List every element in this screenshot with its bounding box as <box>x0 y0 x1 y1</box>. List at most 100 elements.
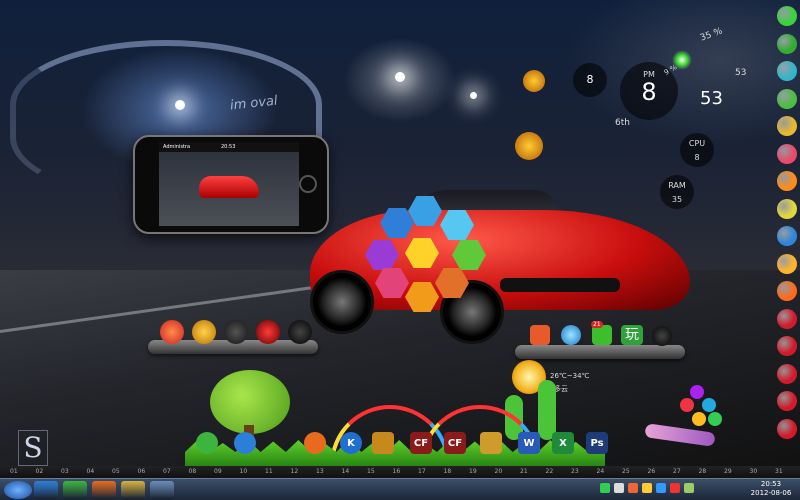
clock-date: 2012-08-06 <box>750 489 792 497</box>
tray-app-icon[interactable] <box>628 483 638 493</box>
ruler-mark: 25 <box>622 468 630 475</box>
video-app-icon[interactable] <box>777 61 797 81</box>
street-light <box>175 100 185 110</box>
ram-meter: RAM 35 <box>660 175 694 209</box>
ruler-mark: 30 <box>749 468 758 475</box>
phone-status-bar: Administra 20:53 <box>159 142 299 152</box>
network-icon[interactable] <box>600 483 610 493</box>
clock-time: 20:53 <box>760 480 782 488</box>
clock-percent-top: 35 % <box>698 26 724 44</box>
green-bush <box>538 380 556 440</box>
internet-explorer-icon[interactable] <box>234 432 256 454</box>
ruler-mark: 22 <box>545 468 554 475</box>
shield-icon[interactable] <box>777 198 797 219</box>
ruler-mark: 03 <box>61 468 69 475</box>
tiles-app-icon[interactable] <box>777 116 797 136</box>
ruler-mark: 17 <box>418 468 426 475</box>
yellow-ball <box>692 412 706 426</box>
flower-app-icon[interactable] <box>777 143 797 164</box>
start-button[interactable] <box>4 481 32 499</box>
msn-icon[interactable] <box>530 325 550 345</box>
ruler-mark: 31 <box>775 468 783 475</box>
ruler-mark: 06 <box>137 468 146 475</box>
ruler-mark: 28 <box>698 468 707 475</box>
ruler-mark: 08 <box>188 468 197 475</box>
black-face-icon[interactable] <box>652 326 672 346</box>
360-taskbar-icon[interactable] <box>63 481 87 499</box>
ruler-mark: 26 <box>647 468 656 475</box>
ruler-mark: 01 <box>10 468 18 475</box>
ball-2[interactable] <box>777 336 797 356</box>
game-box-icon[interactable] <box>372 432 394 454</box>
ruler-mark: 19 <box>469 468 477 475</box>
clock-hour: 8 <box>641 78 657 106</box>
orange-app-icon[interactable] <box>777 171 797 191</box>
clock-minute: 53 <box>700 88 723 109</box>
ruler-mark: 21 <box>520 468 528 475</box>
ruler-mark: 12 <box>290 468 299 475</box>
yellow-face-icon[interactable] <box>192 320 216 344</box>
s-logo: S <box>18 430 48 466</box>
tray-app-icon[interactable] <box>656 483 666 493</box>
wan-game-icon[interactable]: 玩 <box>621 325 643 345</box>
green-ball <box>708 412 722 426</box>
green-arrow-icon[interactable] <box>592 325 612 345</box>
system-tray <box>600 483 740 497</box>
ie-taskbar-icon[interactable] <box>34 481 58 499</box>
crossfire-icon-2[interactable]: CF <box>444 432 466 454</box>
ruler-mark: 07 <box>163 468 171 475</box>
ninja-face-icon[interactable] <box>224 320 248 344</box>
tray-app-icon[interactable] <box>684 483 694 493</box>
ball-3[interactable] <box>777 363 797 384</box>
music-note-icon[interactable] <box>561 325 581 345</box>
car-grille <box>500 278 620 292</box>
sun-ball-icon <box>515 132 543 160</box>
ball-1[interactable] <box>777 308 797 329</box>
ruler-mark: 15 <box>367 468 375 475</box>
blue-ball <box>702 398 716 412</box>
clock-hour-small: 8 <box>573 63 607 97</box>
angry-face-icon[interactable] <box>256 320 280 344</box>
crossfire-icon[interactable]: CF <box>410 432 432 454</box>
green-app-icon[interactable] <box>777 33 797 54</box>
date-ruler: 01 02 03 04 05 06 07 08 09 10 11 12 13 14 15 16 17 18 19 20… <box>0 466 800 478</box>
taskbar: 20:53 2012-08-06 <box>0 478 800 500</box>
right-icon-tray <box>515 345 685 359</box>
refresh-icon[interactable] <box>196 432 218 454</box>
red-face-icon[interactable] <box>160 320 184 344</box>
media-player-taskbar-icon[interactable] <box>150 481 174 499</box>
volume-icon[interactable] <box>614 483 624 493</box>
green-arrow-badge: 21 <box>591 321 603 328</box>
ruler-mark: 02 <box>35 468 44 475</box>
browser-ball-icon[interactable] <box>777 226 797 246</box>
clock-date: 6th <box>615 118 630 128</box>
weather-condition: 多云 <box>554 385 568 393</box>
word-icon[interactable]: W <box>518 432 540 454</box>
weather-ball-icon <box>523 70 545 92</box>
ball-4[interactable] <box>777 391 797 411</box>
ruler-mark: 10 <box>239 468 248 475</box>
black-bomb-icon[interactable] <box>288 320 312 344</box>
chat-icon[interactable] <box>777 6 797 26</box>
smile-app-icon[interactable] <box>777 253 797 274</box>
tray-app-icon[interactable] <box>670 483 680 493</box>
weather-temperature: 26℃~34℃ <box>550 372 590 380</box>
ruler-mark: 05 <box>112 468 120 475</box>
firefox-taskbar-icon[interactable] <box>92 481 116 499</box>
ball-5[interactable] <box>777 418 797 439</box>
green-star-icon <box>672 50 692 70</box>
ruler-mark: 20 <box>494 468 503 475</box>
k-app-icon[interactable]: K <box>340 432 362 454</box>
ruler-mark: 23 <box>571 468 579 475</box>
explorer-taskbar-icon[interactable] <box>121 481 145 499</box>
ruler-mark: 13 <box>316 468 324 475</box>
taskbar-clock[interactable]: 20:53 2012-08-06 <box>748 480 794 498</box>
firefox-icon[interactable] <box>304 432 326 454</box>
tray-app-icon[interactable] <box>642 483 652 493</box>
flame-ball-icon[interactable] <box>777 281 797 301</box>
excel-icon[interactable]: X <box>552 432 574 454</box>
security-icon[interactable] <box>777 88 797 109</box>
race-game-icon[interactable] <box>480 432 502 454</box>
phone-screen: Administra 20:53 <box>159 142 299 226</box>
photoshop-icon[interactable]: Ps <box>586 432 608 454</box>
